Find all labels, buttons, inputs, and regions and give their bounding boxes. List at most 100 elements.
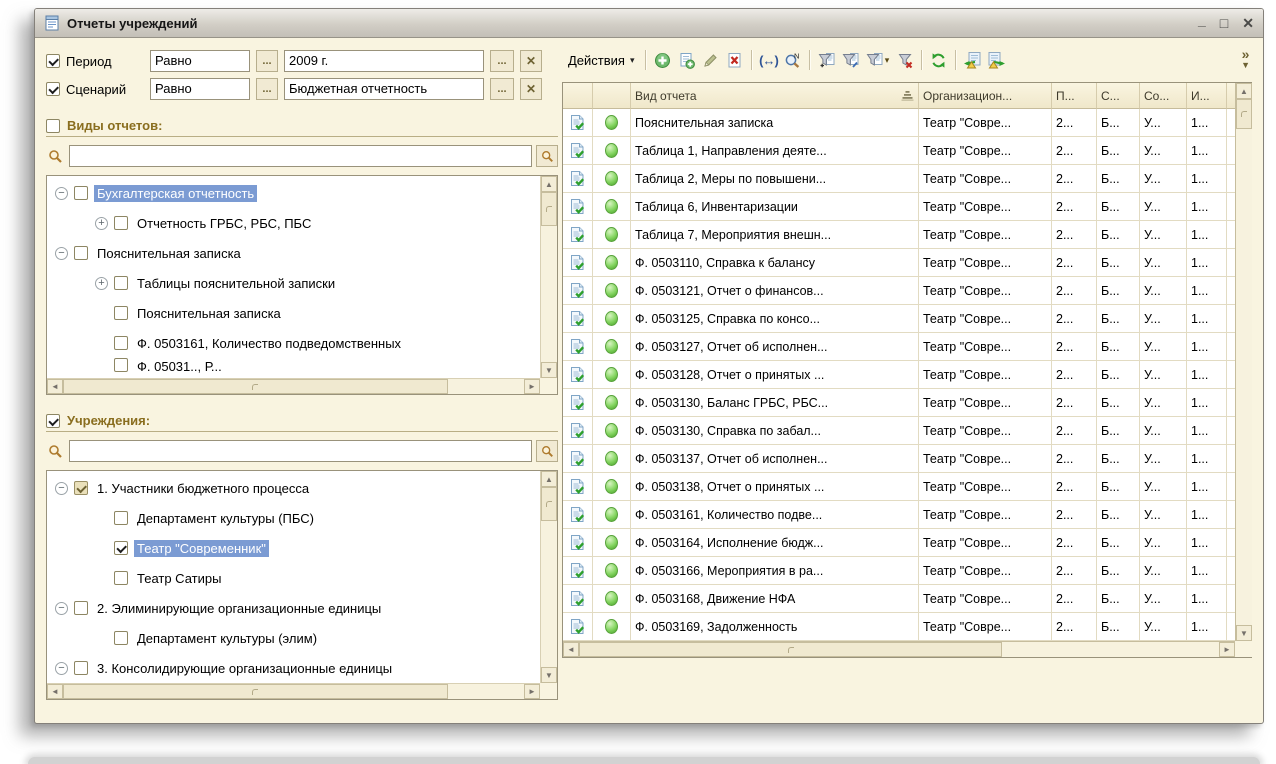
delete-button[interactable] xyxy=(723,48,747,72)
fit-column-width-button[interactable]: (↔) xyxy=(757,48,781,72)
tree-item[interactable]: Департамент культуры (элим) xyxy=(47,623,540,653)
add-button[interactable] xyxy=(651,48,675,72)
filter-settings-button[interactable] xyxy=(815,48,839,72)
scrollbar-thumb[interactable] xyxy=(1236,99,1252,129)
vertical-scrollbar[interactable]: ▲ ▼ xyxy=(540,471,557,683)
export-button[interactable] xyxy=(985,48,1009,72)
tree-expander-icon[interactable]: + xyxy=(95,217,108,230)
table-row[interactable]: Ф. 0503121, Отчет о финансов... Театр "С… xyxy=(563,277,1235,305)
add-copy-button[interactable] xyxy=(675,48,699,72)
table-row[interactable]: Ф. 0503110, Справка к балансу Театр "Сов… xyxy=(563,249,1235,277)
scroll-down-button[interactable]: ▼ xyxy=(541,667,557,683)
tree-item-label[interactable]: Театр "Современник" xyxy=(134,540,269,557)
tree-item-label[interactable]: 2. Элиминирующие организационные единицы xyxy=(94,600,384,617)
tree-item-checkbox[interactable] xyxy=(74,186,88,200)
scrollbar-track[interactable] xyxy=(448,684,524,699)
horizontal-scrollbar[interactable]: ◄ ► xyxy=(563,641,1235,657)
tree-item-label[interactable]: 1. Участники бюджетного процесса xyxy=(94,480,312,497)
find-by-number-button[interactable]: N xyxy=(781,48,805,72)
scroll-up-button[interactable]: ▲ xyxy=(541,471,557,487)
tree-item-checkbox[interactable] xyxy=(114,631,128,645)
scroll-right-button[interactable]: ► xyxy=(524,684,540,699)
scenario-comparison-field[interactable]: Равно xyxy=(150,78,250,100)
scroll-left-button[interactable]: ◄ xyxy=(563,642,579,657)
tree-item[interactable]: − 2. Элиминирующие организационные едини… xyxy=(47,593,540,623)
filter-clear-button[interactable] xyxy=(893,48,917,72)
tree-item-checkbox[interactable] xyxy=(114,571,128,585)
scroll-down-button[interactable]: ▼ xyxy=(1236,625,1252,641)
tree-item-checkbox[interactable] xyxy=(114,216,128,230)
table-row[interactable]: Таблица 7, Мероприятия внешн... Театр "С… xyxy=(563,221,1235,249)
edit-button[interactable] xyxy=(699,48,723,72)
title-bar[interactable]: Отчеты учреждений _ □ ✕ xyxy=(35,9,1263,38)
tree-item-checkbox[interactable] xyxy=(114,276,128,290)
tree-item[interactable]: + Отчетность ГРБС, РБС, ПБС xyxy=(47,208,540,238)
more-toolbar-buttons[interactable]: » ▼ xyxy=(1241,49,1250,71)
tree-item-label[interactable]: Ф. 05031.., Р... xyxy=(134,358,225,374)
table-row[interactable]: Ф. 0503164, Исполнение бюдж... Театр "Со… xyxy=(563,529,1235,557)
tree-item[interactable]: Театр Сатиры xyxy=(47,563,540,593)
tree-item-label[interactable]: 3. Консолидирующие организационные едини… xyxy=(94,660,395,677)
tree-item[interactable]: − Пояснительная записка xyxy=(47,238,540,268)
institutions-search-button[interactable] xyxy=(536,440,558,462)
tree-item-checkbox[interactable] xyxy=(114,358,128,372)
tree-item[interactable]: Ф. 0503161, Количество подведомственных xyxy=(47,328,540,358)
tree-item-label[interactable]: Театр Сатиры xyxy=(134,570,224,587)
table-row[interactable]: Ф. 0503168, Движение НФА Театр "Совре...… xyxy=(563,585,1235,613)
tree-expander-icon[interactable]: − xyxy=(55,602,68,615)
table-row[interactable]: Таблица 1, Направления деяте... Театр "С… xyxy=(563,137,1235,165)
scrollbar-track[interactable] xyxy=(1002,642,1219,657)
table-row[interactable]: Ф. 0503161, Количество подве... Театр "С… xyxy=(563,501,1235,529)
scroll-up-button[interactable]: ▲ xyxy=(541,176,557,192)
scroll-up-button[interactable]: ▲ xyxy=(1236,83,1252,99)
period-comparison-select-button[interactable]: ... xyxy=(256,50,278,72)
tree-item-label[interactable]: Таблицы пояснительной записки xyxy=(134,275,338,292)
table-row[interactable]: Таблица 2, Меры по повышени... Театр "Со… xyxy=(563,165,1235,193)
filter-history-button[interactable]: ▾ xyxy=(863,48,893,72)
filter-by-value-button[interactable] xyxy=(839,48,863,72)
maximize-button[interactable]: □ xyxy=(1220,16,1228,30)
vertical-scrollbar[interactable]: ▲ ▼ xyxy=(1235,83,1252,641)
scroll-down-button[interactable]: ▼ xyxy=(541,362,557,378)
table-row[interactable]: Ф. 0503130, Баланс ГРБС, РБС... Театр "С… xyxy=(563,389,1235,417)
tree-expander-icon[interactable]: − xyxy=(55,247,68,260)
tree-item-checkbox[interactable] xyxy=(114,306,128,320)
tree-item[interactable]: + Таблицы пояснительной записки xyxy=(47,268,540,298)
table-row[interactable]: Ф. 0503166, Мероприятия в ра... Театр "С… xyxy=(563,557,1235,585)
tree-item-label[interactable]: Департамент культуры (элим) xyxy=(134,630,320,647)
scrollbar-track[interactable] xyxy=(1236,129,1252,625)
period-clear-button[interactable]: ✕ xyxy=(520,50,542,72)
organization-column-header[interactable]: Организацион... xyxy=(919,83,1052,109)
table-row[interactable]: Таблица 6, Инвентаризации Театр "Совре..… xyxy=(563,193,1235,221)
tree-item[interactable]: − 1. Участники бюджетного процесса xyxy=(47,473,540,503)
tree-item-checkbox[interactable] xyxy=(74,481,88,495)
table-row[interactable]: Ф. 0503169, Задолженность Театр "Совре..… xyxy=(563,613,1235,641)
tree-item-checkbox[interactable] xyxy=(114,336,128,350)
tree-item-checkbox[interactable] xyxy=(114,541,128,555)
tree-item[interactable]: Пояснительная записка xyxy=(47,298,540,328)
tree-item-checkbox[interactable] xyxy=(114,511,128,525)
period-comparison-field[interactable]: Равно xyxy=(150,50,250,72)
import-button[interactable] xyxy=(961,48,985,72)
tree-item-checkbox[interactable] xyxy=(74,661,88,675)
scrollbar-track[interactable] xyxy=(541,226,557,362)
horizontal-scrollbar[interactable]: ◄ ► xyxy=(47,683,540,699)
scenario-column-header[interactable]: С... xyxy=(1097,83,1140,109)
tree-item[interactable]: Ф. 05031.., Р... xyxy=(47,358,540,374)
period-column-header[interactable]: П... xyxy=(1052,83,1097,109)
tree-item[interactable]: Департамент культуры (ПБС) xyxy=(47,503,540,533)
source-column-header[interactable]: И... xyxy=(1187,83,1227,109)
scenario-comparison-select-button[interactable]: ... xyxy=(256,78,278,100)
scenario-value-field[interactable]: Бюджетная отчетность xyxy=(284,78,484,100)
table-row[interactable]: Ф. 0503137, Отчет об исполнен... Театр "… xyxy=(563,445,1235,473)
tree-expander-icon[interactable]: − xyxy=(55,482,68,495)
table-row[interactable]: Ф. 0503127, Отчет об исполнен... Театр "… xyxy=(563,333,1235,361)
report-types-group-checkbox[interactable] xyxy=(46,119,60,133)
horizontal-scrollbar[interactable]: ◄ ► xyxy=(47,378,540,394)
tree-expander-icon[interactable]: − xyxy=(55,662,68,675)
tree-item-label[interactable]: Отчетность ГРБС, РБС, ПБС xyxy=(134,215,314,232)
tree-item[interactable]: − 3. Консолидирующие организационные еди… xyxy=(47,653,540,683)
tree-item-checkbox[interactable] xyxy=(74,246,88,260)
scrollbar-thumb[interactable] xyxy=(541,192,557,226)
report-type-column-header[interactable]: Вид отчета xyxy=(631,83,919,109)
